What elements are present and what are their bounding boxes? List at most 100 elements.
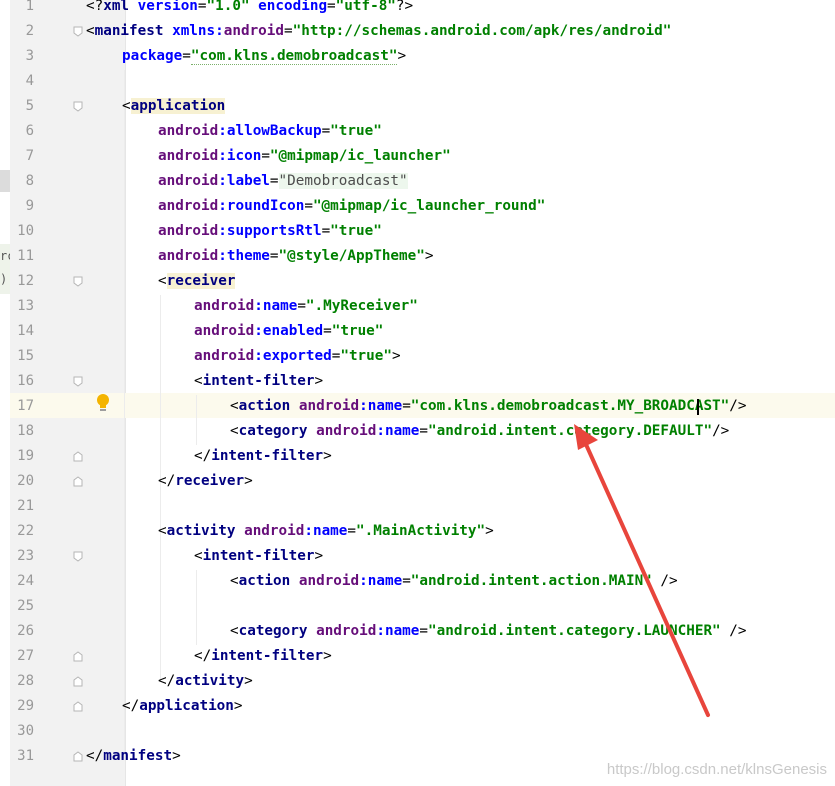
token: </ [158,473,176,489]
code-line-24: <action android:name="android.intent.act… [230,569,678,594]
fold-marker-icon[interactable] [73,451,83,462]
code-line-22: <activity android:name=".MainActivity"> [158,519,494,544]
line-number: 3 [25,48,34,64]
token: manifest [94,23,164,39]
code-line-11: android:theme="@style/AppTheme"> [158,244,433,269]
code-line-1: <?xml version="1.0" encoding="utf-8"?> [86,0,413,19]
token: application [139,698,234,714]
token: > [323,648,332,664]
token: receiver [175,473,245,489]
code-line-15: android:exported="true"> [194,344,401,369]
fold-marker-icon[interactable] [73,376,83,387]
line-number: 31 [17,748,34,764]
token: ".MyReceiver" [305,298,418,314]
token: intent-filter [211,648,324,664]
text-caret [697,399,699,415]
token: = [402,398,411,414]
token: activity [166,523,236,539]
token: :name [359,398,403,414]
token: = [321,223,331,239]
line-number: 12 [17,273,34,289]
token: = [321,123,331,139]
intention-bulb-icon[interactable] [95,393,111,413]
fold-marker-icon[interactable] [73,751,83,762]
token: receiver [166,273,236,289]
token: "android.intent.category.LAUNCHER" [428,623,721,639]
token: < [230,573,239,589]
token: "utf-8" [335,0,396,14]
line-number: 2 [25,23,34,39]
token: intent-filter [202,373,315,389]
line-number: 1 [25,0,34,14]
token: "http://schemas.android.com/apk/res/andr… [292,23,672,39]
token: = [402,573,411,589]
token: version [129,0,198,14]
token: < [86,23,95,39]
token: :enabled [254,323,324,339]
code-line-5: <application [122,94,226,119]
code-line-14: android:enabled="true" [194,319,383,344]
line-number: 21 [17,498,34,514]
token: = [269,248,279,264]
token: android [235,523,305,539]
token: > [397,48,407,64]
code-line-28: </activity> [158,669,253,694]
token: :exported [254,348,332,364]
token: :theme [218,248,270,264]
token: "1.0" [206,0,250,14]
code-line-31: </manifest> [86,744,181,769]
indent-guide [124,70,125,755]
fold-marker-icon[interactable] [73,476,83,487]
fold-marker-icon[interactable] [73,26,83,37]
fold-marker-icon[interactable] [73,276,83,287]
token: < [194,373,203,389]
token: android [194,348,255,364]
token: :allowBackup [218,123,322,139]
fold-marker-icon[interactable] [73,101,83,112]
token: intent-filter [202,548,315,564]
token: < [194,548,203,564]
token: category [238,423,308,439]
code-editor[interactable]: rc ) 1 2 3 4 5 6 7 8 9 10 11 12 13 14 15 16 17 18 19 20 21 22… [0,0,835,786]
token: = [327,0,336,14]
token: android [158,248,219,264]
token: </ [194,648,212,664]
code-line-3: package="com.klns.demobroadcast"> [122,44,406,69]
token: intent-filter [211,448,324,464]
token: /> [712,423,730,439]
token: action [238,398,291,414]
line-number: 18 [17,423,34,439]
token: android [158,148,219,164]
code-line-7: android:icon="@mipmap/ic_launcher" [158,144,451,169]
code-line-27: </intent-filter> [194,644,332,669]
token: category [238,623,308,639]
side-tab-marker[interactable] [0,170,10,192]
token: > [485,523,494,539]
line-number: 25 [17,598,34,614]
token: "true" [330,123,382,139]
line-number: 11 [17,248,34,264]
token: = [347,523,357,539]
code-line-26: <category android:name="android.intent.c… [230,619,747,644]
fold-marker-icon[interactable] [73,676,83,687]
fold-marker-icon[interactable] [73,651,83,662]
token: = [284,23,293,39]
token: "android.intent.category.DEFAULT" [428,423,713,439]
fold-marker-icon[interactable] [73,701,83,712]
token: = [323,323,332,339]
token: < [158,523,167,539]
token: android [307,623,377,639]
token: encoding [249,0,328,14]
token: = [297,298,306,314]
line-number: 22 [17,523,34,539]
code-line-18: <category android:name="android.intent.c… [230,419,729,444]
code-line-10: android:supportsRtl="true" [158,219,382,244]
token: = [304,198,313,214]
token: android [158,123,219,139]
token: android [158,198,219,214]
token: = [269,173,279,189]
line-number: 8 [25,173,34,189]
token: </ [86,748,104,764]
fold-marker-icon[interactable] [73,551,83,562]
code-line-9: android:roundIcon="@mipmap/ic_launcher_r… [158,194,545,219]
